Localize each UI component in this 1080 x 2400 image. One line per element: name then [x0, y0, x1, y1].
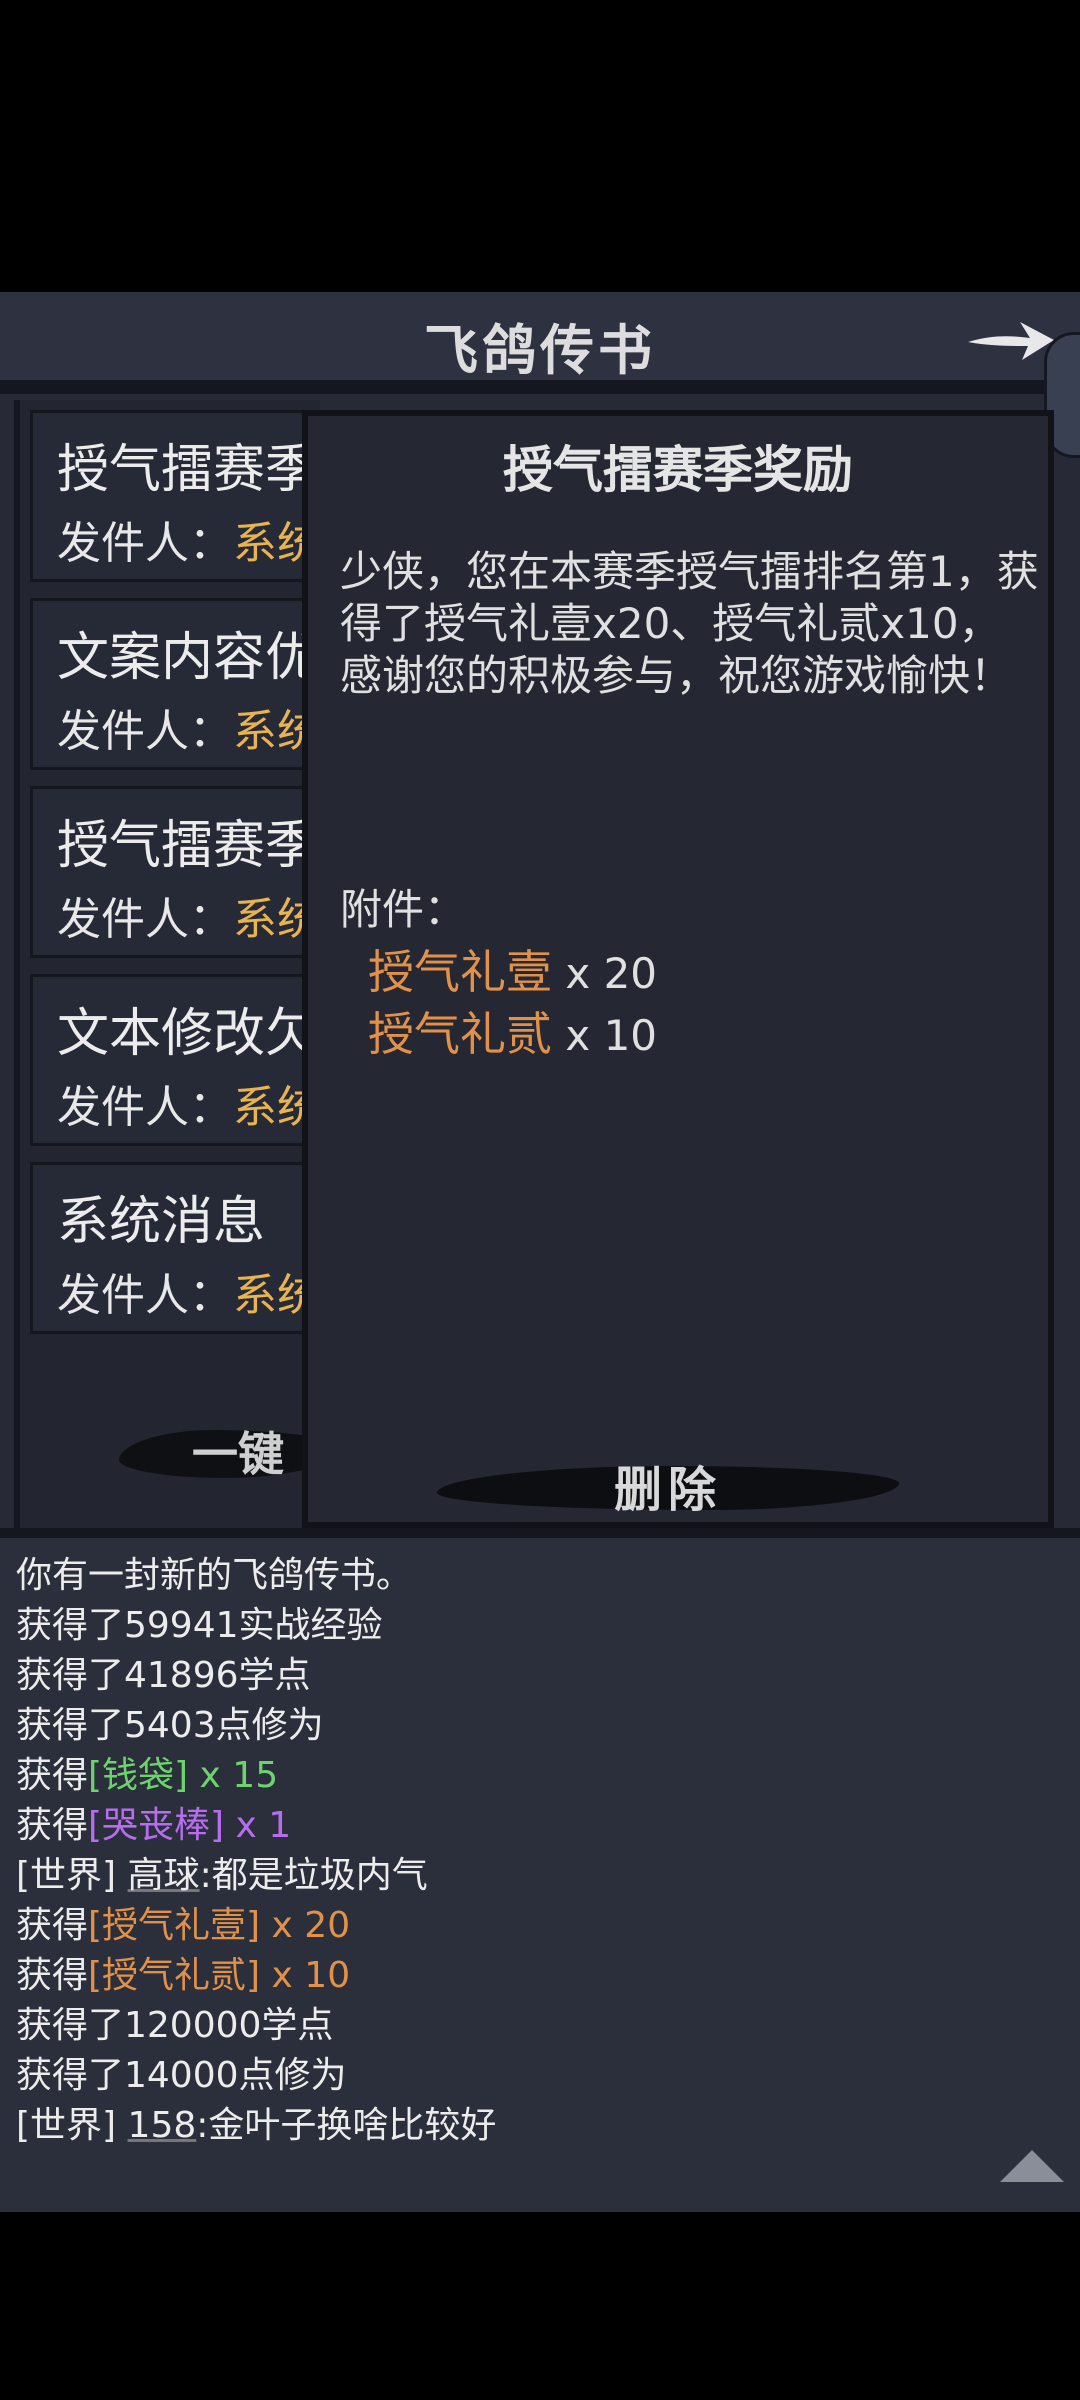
attachments-label: 附件：	[340, 885, 467, 934]
log-channel: [世界]	[16, 2105, 117, 2146]
log-line: 获得了5403点修为	[16, 1705, 324, 1746]
mail-sender: 发件人：系统	[57, 883, 321, 947]
log-divider	[0, 1528, 1080, 1538]
mail-sender: 发件人：系统	[57, 507, 321, 571]
log-line: 获得[授气礼壹] x 20	[16, 1896, 350, 1948]
log-line: 获得了59941实战经验	[16, 1605, 383, 1646]
log-item[interactable]: [钱袋] x 15	[88, 1755, 278, 1796]
mail-title: 授气擂赛季	[57, 816, 318, 876]
mail-title: 系统消息	[57, 1192, 266, 1252]
sender-label: 发件人：	[57, 1270, 233, 1321]
mail-title: 文本修改欠	[57, 1004, 318, 1064]
attachment-item[interactable]: 授气礼贰 x 10	[368, 998, 657, 1064]
delete-button[interactable]: 删除	[432, 1446, 904, 1522]
page-title: 飞鸽传书	[424, 318, 656, 382]
log-channel: [世界]	[16, 1855, 117, 1896]
log-line: 获得了14000点修为	[16, 2055, 347, 2096]
log-item[interactable]: [哭丧棒] x 1	[88, 1805, 291, 1846]
mail-title: 授气擂赛季	[57, 440, 318, 500]
scroll-up-icon[interactable]	[998, 2148, 1066, 2184]
log-item[interactable]: [授气礼壹] x 20	[88, 1905, 350, 1946]
log-prefix: 获得	[16, 1805, 89, 1846]
header-divider	[0, 380, 1080, 394]
log-line: 获得[哭丧棒] x 1	[16, 1796, 291, 1848]
log-item[interactable]: [授气礼贰] x 10	[88, 1955, 350, 1996]
mail-title: 文案内容优	[57, 628, 318, 688]
one-key-label: 一键	[192, 1427, 284, 1481]
log-line: [世界] 高球:都是垃圾内气	[16, 1846, 428, 1898]
sender-label: 发件人：	[57, 518, 233, 569]
attachment-qty: x 20	[565, 949, 658, 998]
attachment-qty: x 10	[565, 1011, 658, 1060]
mail-detail-panel: 授气擂赛季奖励 少侠，您在本赛季授气擂排名第1，获得了授气礼壹x20、授气礼贰x…	[302, 410, 1054, 1528]
event-log[interactable]: 你有一封新的飞鸽传书。 获得了59941实战经验 获得了41896学点 获得了5…	[0, 1538, 1080, 2212]
mail-detail-body: 少侠，您在本赛季授气擂排名第1，获得了授气礼壹x20、授气礼贰x10，感谢您的积…	[340, 547, 1039, 700]
sender-label: 发件人：	[57, 894, 233, 945]
header-bar: 飞鸽传书	[0, 292, 1080, 382]
sender-label: 发件人：	[57, 706, 233, 757]
log-line: 获得[授气礼贰] x 10	[16, 1946, 350, 1998]
mail-sender: 发件人：系统	[57, 1071, 321, 1135]
log-user[interactable]: 158	[128, 2105, 197, 2146]
log-line: 你有一封新的飞鸽传书。	[16, 1555, 413, 1596]
attachment-name: 授气礼贰	[368, 1007, 552, 1061]
attachment-name: 授气礼壹	[368, 945, 552, 999]
sender-label: 发件人：	[57, 1082, 233, 1133]
log-message: :金叶子换啥比较好	[196, 2105, 497, 2146]
log-line: 获得了41896学点	[16, 1655, 311, 1696]
log-user[interactable]: 高球	[128, 1855, 200, 1896]
log-message: :都是垃圾内气	[199, 1855, 428, 1896]
mail-detail-title: 授气擂赛季奖励	[503, 441, 853, 499]
log-line: 获得[钱袋] x 15	[16, 1746, 278, 1798]
delete-label: 删除	[613, 1462, 722, 1518]
log-prefix: 获得	[16, 1755, 89, 1796]
log-prefix: 获得	[16, 1905, 89, 1946]
attachment-item[interactable]: 授气礼壹 x 20	[368, 936, 657, 1002]
game-screen: 飞鸽传书 授气擂赛季 发件人：系统 文案内容优 发件人：系统 授气擂赛季 发件人…	[0, 292, 1080, 2212]
mail-sender: 发件人：系统	[57, 1259, 321, 1323]
log-line: 获得了120000学点	[16, 2005, 334, 2046]
log-prefix: 获得	[16, 1955, 89, 1996]
log-line: [世界] 158:金叶子换啥比较好	[16, 2096, 496, 2148]
mail-sender: 发件人：系统	[57, 695, 321, 759]
